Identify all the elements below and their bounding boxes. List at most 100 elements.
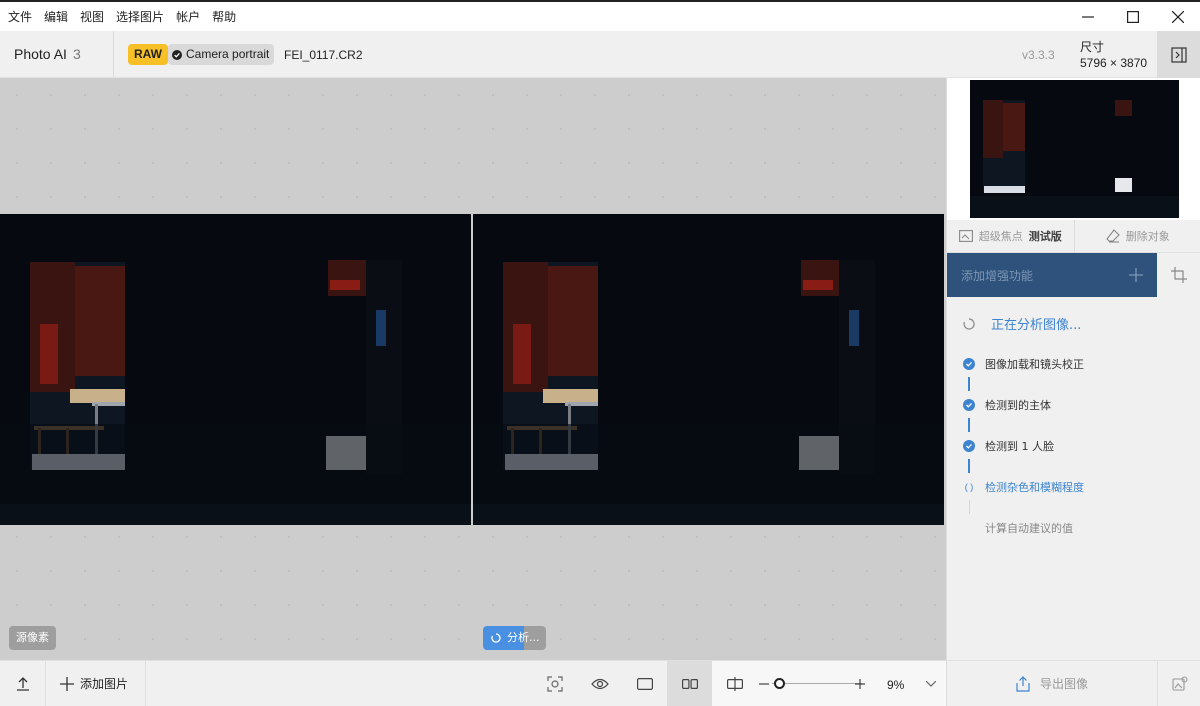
export-label: 导出图像 bbox=[1039, 677, 1088, 691]
app-name: Photo AI bbox=[14, 46, 67, 62]
check-icon bbox=[963, 399, 975, 411]
close-button[interactable] bbox=[1155, 2, 1200, 31]
maximize-button[interactable] bbox=[1110, 2, 1155, 31]
upload-icon bbox=[16, 676, 29, 691]
analysis-step-label: 检测杂色和模糊程度 bbox=[985, 481, 1084, 494]
panel-toggle-button[interactable] bbox=[1157, 31, 1200, 78]
face-scan-icon bbox=[546, 675, 563, 692]
image-count[interactable]: 3 bbox=[73, 46, 81, 62]
thumbnail-photo bbox=[970, 80, 1179, 218]
add-enhancement-button[interactable]: 添加增强功能 bbox=[947, 253, 1157, 297]
minimize-icon bbox=[1081, 15, 1094, 18]
split-view-button[interactable] bbox=[712, 661, 757, 706]
side-by-side-view-button[interactable] bbox=[667, 661, 712, 706]
eraser-icon bbox=[1106, 229, 1120, 243]
size-label: 尺寸 bbox=[1080, 40, 1105, 54]
analyze-status-button[interactable]: 分析... bbox=[483, 626, 546, 650]
menu-items: 文件 编辑 视图 选择图片 帐户 帮助 bbox=[2, 8, 242, 25]
step-connector bbox=[968, 377, 970, 391]
image-canvas[interactable]: 源像素 分析... bbox=[0, 78, 946, 660]
analyze-label: 分析... bbox=[507, 631, 540, 644]
plus-icon bbox=[1129, 268, 1143, 282]
maximize-icon bbox=[1126, 10, 1139, 23]
tab-remove-object[interactable]: 删除对象 bbox=[1075, 220, 1200, 252]
navigator-thumbnail[interactable] bbox=[970, 80, 1179, 218]
tool-tabs: 超级焦点 测试版 删除对象 bbox=[947, 220, 1200, 253]
minus-icon bbox=[759, 682, 769, 685]
check-circle-icon bbox=[172, 49, 182, 60]
face-detect-button[interactable] bbox=[532, 661, 577, 706]
camera-badge: Camera portrait bbox=[168, 44, 275, 65]
analyzing-status: 正在分析图像... bbox=[963, 314, 1081, 333]
check-icon bbox=[963, 440, 975, 452]
app-header: Photo AI 3 RAW Camera portrait FEI_0117.… bbox=[0, 31, 1200, 78]
upload-button[interactable] bbox=[0, 661, 46, 706]
close-icon bbox=[1171, 10, 1184, 23]
menu-help[interactable]: 帮助 bbox=[206, 8, 242, 25]
single-view-button[interactable] bbox=[622, 661, 667, 706]
step-connector bbox=[968, 459, 970, 473]
export-settings-button[interactable] bbox=[1157, 660, 1200, 706]
menu-view[interactable]: 视图 bbox=[74, 8, 110, 25]
preview-image[interactable] bbox=[473, 214, 944, 525]
split-view-icon bbox=[726, 676, 743, 691]
add-image-label: 添加图片 bbox=[80, 677, 129, 691]
analysis-step-label: 图像加载和镜头校正 bbox=[985, 358, 1084, 371]
beta-label: 测试版 bbox=[1028, 230, 1062, 243]
analysis-step-label: 检测到 1 人脸 bbox=[985, 440, 1054, 453]
menu-select-images[interactable]: 选择图片 bbox=[110, 8, 170, 25]
original-pixels-button[interactable]: 源像素 bbox=[9, 626, 56, 650]
version-label: v3.3.3 bbox=[1022, 48, 1055, 62]
image-icon bbox=[958, 230, 973, 242]
export-image-button[interactable]: 导出图像 bbox=[947, 660, 1157, 706]
panel-collapse-icon bbox=[1170, 46, 1187, 63]
minimize-button[interactable] bbox=[1065, 2, 1110, 31]
step-connector bbox=[969, 500, 970, 514]
camera-badge-label: Camera portrait bbox=[186, 47, 270, 61]
navigator bbox=[947, 78, 1200, 220]
right-panel: 超级焦点 测试版 删除对象 添加增强功能 正在分析图像... 图像加载和镜头校正… bbox=[946, 78, 1200, 706]
tab-remove-object-label: 删除对象 bbox=[1125, 230, 1170, 243]
zoom-percent: 9% bbox=[887, 678, 905, 692]
plus-icon bbox=[60, 676, 74, 691]
chevron-down-icon bbox=[926, 680, 936, 687]
file-name: FEI_0117.CR2 bbox=[284, 48, 363, 62]
add-image-button[interactable]: 添加图片 bbox=[46, 661, 146, 706]
side-by-side-icon bbox=[681, 678, 698, 689]
zoom-slider-handle[interactable] bbox=[774, 678, 785, 689]
analysis-step-label: 检测到的主体 bbox=[985, 399, 1051, 412]
original-photo bbox=[0, 214, 471, 525]
image-settings-icon bbox=[1171, 675, 1188, 691]
zoom-controls: 9% bbox=[712, 661, 946, 706]
raw-badge: RAW bbox=[128, 44, 168, 65]
tab-super-focus[interactable]: 超级焦点 测试版 bbox=[947, 220, 1074, 252]
preview-photo bbox=[473, 214, 944, 525]
loading-spinner-icon bbox=[963, 317, 975, 330]
crop-button[interactable] bbox=[1157, 253, 1200, 297]
size-value: 5796 × 3870 bbox=[1080, 56, 1148, 70]
pending-icon: ( ) bbox=[964, 482, 974, 492]
header-divider bbox=[113, 31, 114, 77]
plus-icon bbox=[855, 678, 865, 689]
step-connector bbox=[968, 418, 970, 432]
tab-super-focus-label: 超级焦点 bbox=[978, 230, 1023, 243]
crop-icon bbox=[1171, 267, 1187, 283]
analysis-step-label: 计算自动建议的值 bbox=[985, 522, 1073, 535]
menu-bar: 文件 编辑 视图 选择图片 帐户 帮助 bbox=[0, 0, 1200, 31]
spinner-icon bbox=[491, 633, 501, 643]
window-controls bbox=[1065, 2, 1200, 31]
check-icon bbox=[963, 358, 975, 370]
menu-account[interactable]: 帐户 bbox=[170, 8, 206, 25]
zoom-in-button[interactable] bbox=[848, 661, 872, 706]
add-enhancement-label: 添加增强功能 bbox=[961, 268, 1034, 283]
menu-file[interactable]: 文件 bbox=[2, 8, 38, 25]
analyzing-title: 正在分析图像... bbox=[991, 318, 1082, 333]
eye-icon bbox=[590, 678, 609, 689]
bottom-toolbar: 添加图片 9% bbox=[0, 660, 946, 706]
export-icon bbox=[1016, 675, 1030, 692]
zoom-dropdown-button[interactable] bbox=[916, 661, 946, 706]
single-view-icon bbox=[636, 677, 653, 690]
original-image[interactable] bbox=[0, 214, 471, 525]
preview-toggle-button[interactable] bbox=[577, 661, 622, 706]
menu-edit[interactable]: 编辑 bbox=[38, 8, 74, 25]
